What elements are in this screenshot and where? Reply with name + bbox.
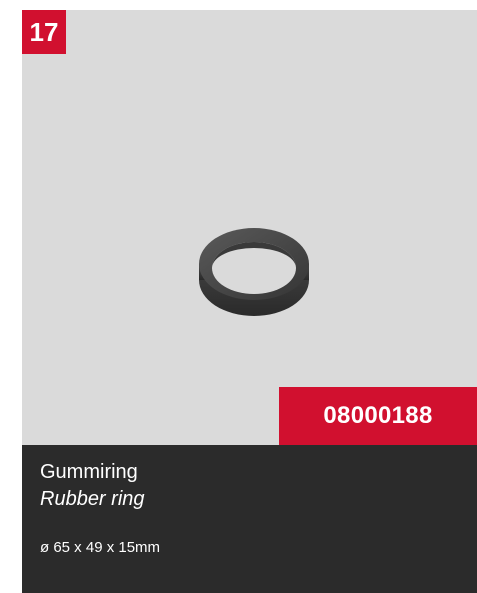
product-card[interactable]: 17 08000188 Gummiring Rubber ring ø 65 x… — [22, 10, 477, 593]
product-image-area: 17 08000188 — [22, 10, 477, 445]
product-info-panel: Gummiring Rubber ring ø 65 x 49 x 15mm — [22, 445, 477, 593]
product-dimensions: ø 65 x 49 x 15mm — [40, 539, 161, 556]
sku-badge: 08000188 — [279, 387, 477, 445]
rubber-ring-icon — [199, 228, 309, 316]
product-name: Gummiring — [40, 461, 138, 483]
product-name-english: Rubber ring — [40, 488, 145, 510]
index-badge: 17 — [22, 10, 66, 54]
